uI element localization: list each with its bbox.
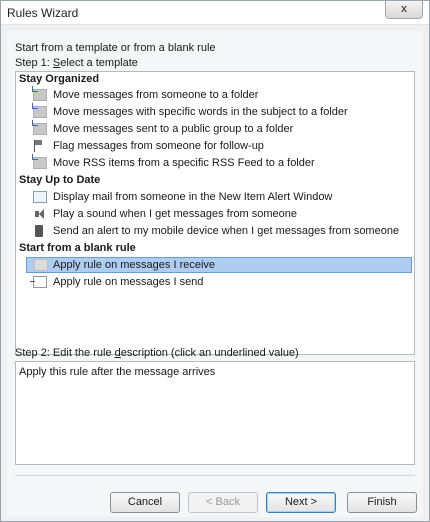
- list-item-label: Display mail from someone in the New Ite…: [53, 191, 333, 203]
- list-item-label: Apply rule on messages I send: [53, 276, 204, 288]
- list-item[interactable]: Flag messages from someone for follow-up: [16, 139, 414, 153]
- list-item[interactable]: Send an alert to my mobile device when I…: [16, 224, 414, 238]
- step2-prefix: Step 2: Edit the rule: [15, 347, 115, 359]
- group-header-stay-up-to-date: Stay Up to Date: [19, 174, 101, 186]
- list-item-label: Move messages sent to a public group to …: [53, 123, 294, 135]
- close-button[interactable]: x: [385, 1, 423, 19]
- folder-icon: [32, 154, 47, 169]
- finish-button[interactable]: Finish: [347, 492, 417, 513]
- list-item[interactable]: Move messages with specific words in the…: [16, 103, 414, 119]
- rules-wizard-window: Rules Wizard x Start from a template or …: [0, 0, 430, 522]
- send-envelope-icon: [30, 276, 47, 288]
- folder-icon: [32, 103, 47, 118]
- wizard-body: Start from a template or from a blank ru…: [7, 31, 423, 517]
- list-item-label: Play a sound when I get messages from so…: [53, 208, 297, 220]
- group-header-blank-rule: Start from a blank rule: [19, 242, 136, 254]
- intro-text: Start from a template or from a blank ru…: [15, 42, 216, 54]
- list-item[interactable]: Play a sound when I get messages from so…: [16, 207, 414, 221]
- step2-rest: escription (click an underlined value): [120, 347, 299, 359]
- list-item[interactable]: Apply rule on messages I send: [16, 275, 414, 289]
- step1-label: Step 1: Select a template: [15, 57, 138, 69]
- list-item[interactable]: Move messages sent to a public group to …: [16, 120, 414, 136]
- folder-icon: [32, 120, 47, 135]
- group-header-stay-organized: Stay Organized: [19, 73, 100, 85]
- close-icon: x: [400, 3, 408, 15]
- list-item[interactable]: Move RSS items from a specific RSS Feed …: [16, 154, 414, 170]
- cancel-button[interactable]: Cancel: [110, 492, 180, 513]
- next-button[interactable]: Next >: [266, 492, 336, 513]
- folder-icon: [32, 86, 47, 101]
- list-item-label: Flag messages from someone for follow-up: [53, 140, 264, 152]
- list-item-label: Send an alert to my mobile device when I…: [53, 225, 400, 237]
- step2-label: Step 2: Edit the rule description (click…: [15, 347, 299, 359]
- list-item-label: Apply rule on messages I receive: [53, 259, 216, 271]
- rule-description-text: Apply this rule after the message arrive…: [19, 366, 216, 378]
- list-item[interactable]: Display mail from someone in the New Ite…: [16, 190, 414, 204]
- template-list[interactable]: Stay Organized Move messages from someon…: [15, 71, 415, 355]
- list-item[interactable]: Move messages from someone to a folder: [16, 86, 414, 102]
- blank-rule-icon: [34, 259, 48, 271]
- list-item-label: Move RSS items from a specific RSS Feed …: [53, 157, 315, 169]
- divider: [15, 475, 415, 476]
- back-button[interactable]: < Back: [188, 492, 258, 513]
- step1-rest: elect a template: [60, 57, 138, 69]
- title-bar: Rules Wizard x: [1, 1, 429, 25]
- list-item-label: Move messages with specific words in the…: [53, 106, 348, 118]
- mobile-device-icon: [35, 225, 43, 237]
- speaker-icon: [33, 208, 47, 220]
- list-item-selected[interactable]: Apply rule on messages I receive: [26, 257, 412, 273]
- step1-prefix: Step 1:: [15, 57, 53, 69]
- flag-icon: [33, 140, 43, 152]
- rule-description-box[interactable]: Apply this rule after the message arrive…: [15, 361, 415, 465]
- window-title: Rules Wizard: [7, 6, 79, 20]
- alert-window-icon: [33, 191, 47, 203]
- list-item-label: Move messages from someone to a folder: [53, 89, 259, 101]
